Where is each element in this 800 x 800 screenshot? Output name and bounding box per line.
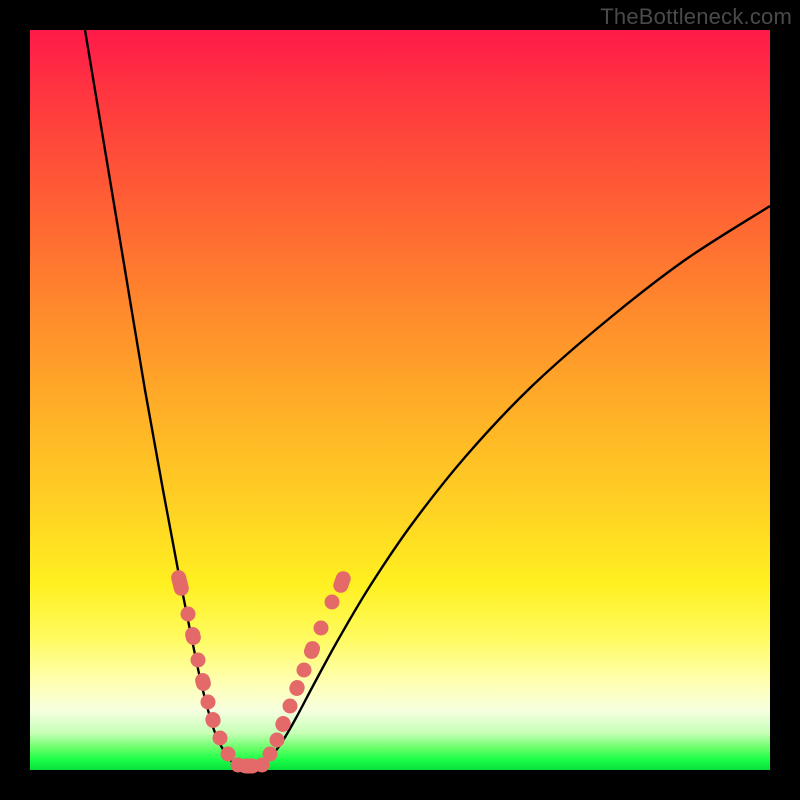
marker-dot	[297, 663, 312, 678]
marker-dot	[325, 595, 340, 610]
marker-dot	[270, 733, 285, 748]
marker-pill	[184, 625, 203, 646]
marker-pill	[331, 569, 353, 595]
right-curve	[260, 206, 770, 768]
marker-dot	[263, 747, 278, 762]
chart-svg	[30, 30, 770, 770]
marker-dot	[191, 653, 206, 668]
marker-dot	[181, 607, 196, 622]
curve-markers	[170, 569, 353, 774]
marker-pill	[302, 639, 322, 661]
marker-pill	[204, 710, 222, 729]
left-curve	[85, 30, 238, 768]
marker-pill	[170, 569, 191, 598]
chart-frame: TheBottleneck.com	[0, 0, 800, 800]
marker-dot	[213, 731, 228, 746]
marker-dot	[314, 621, 329, 636]
marker-pill	[287, 678, 307, 698]
marker-pill	[194, 671, 213, 692]
marker-dot	[201, 695, 216, 710]
plot-area	[30, 30, 770, 770]
marker-dot	[283, 699, 298, 714]
watermark-text: TheBottleneck.com	[600, 4, 792, 30]
